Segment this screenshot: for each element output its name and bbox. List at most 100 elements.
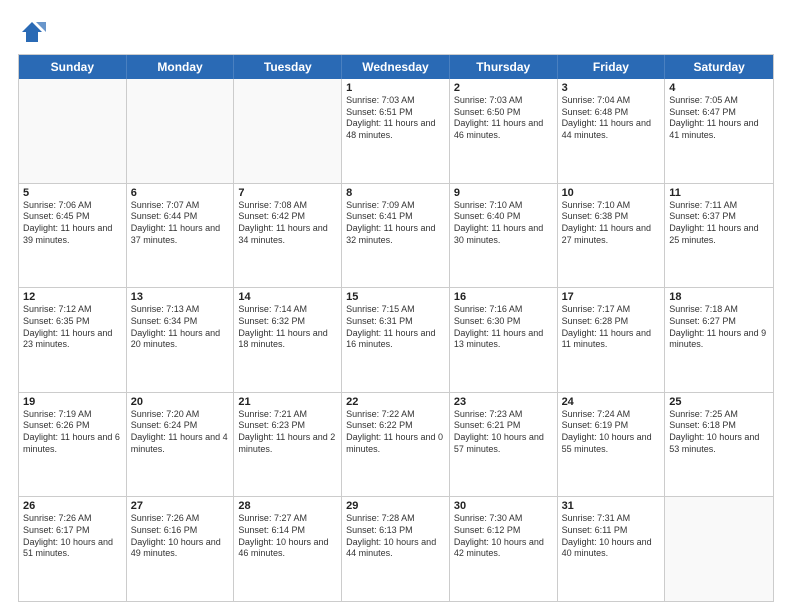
calendar-cell: 2Sunrise: 7:03 AM Sunset: 6:50 PM Daylig… [450,79,558,183]
calendar-row-1: 5Sunrise: 7:06 AM Sunset: 6:45 PM Daylig… [19,184,773,289]
calendar-row-0: 1Sunrise: 7:03 AM Sunset: 6:51 PM Daylig… [19,79,773,184]
day-number: 21 [238,396,337,408]
calendar-cell: 26Sunrise: 7:26 AM Sunset: 6:17 PM Dayli… [19,497,127,601]
calendar-row-4: 26Sunrise: 7:26 AM Sunset: 6:17 PM Dayli… [19,497,773,601]
calendar-cell [19,79,127,183]
day-info: Sunrise: 7:31 AM Sunset: 6:11 PM Dayligh… [562,513,661,560]
day-number: 25 [669,396,769,408]
day-info: Sunrise: 7:25 AM Sunset: 6:18 PM Dayligh… [669,409,769,456]
calendar-cell: 5Sunrise: 7:06 AM Sunset: 6:45 PM Daylig… [19,184,127,288]
calendar-cell: 6Sunrise: 7:07 AM Sunset: 6:44 PM Daylig… [127,184,235,288]
calendar-cell: 12Sunrise: 7:12 AM Sunset: 6:35 PM Dayli… [19,288,127,392]
day-info: Sunrise: 7:18 AM Sunset: 6:27 PM Dayligh… [669,304,769,351]
day-info: Sunrise: 7:08 AM Sunset: 6:42 PM Dayligh… [238,200,337,247]
weekday-header-tuesday: Tuesday [234,55,342,79]
day-info: Sunrise: 7:03 AM Sunset: 6:50 PM Dayligh… [454,95,553,142]
calendar-cell: 18Sunrise: 7:18 AM Sunset: 6:27 PM Dayli… [665,288,773,392]
day-number: 14 [238,291,337,303]
day-number: 27 [131,500,230,512]
day-info: Sunrise: 7:14 AM Sunset: 6:32 PM Dayligh… [238,304,337,351]
calendar: SundayMondayTuesdayWednesdayThursdayFrid… [18,54,774,602]
calendar-cell: 29Sunrise: 7:28 AM Sunset: 6:13 PM Dayli… [342,497,450,601]
day-info: Sunrise: 7:03 AM Sunset: 6:51 PM Dayligh… [346,95,445,142]
calendar-cell: 31Sunrise: 7:31 AM Sunset: 6:11 PM Dayli… [558,497,666,601]
calendar-cell: 17Sunrise: 7:17 AM Sunset: 6:28 PM Dayli… [558,288,666,392]
day-info: Sunrise: 7:28 AM Sunset: 6:13 PM Dayligh… [346,513,445,560]
calendar-cell: 4Sunrise: 7:05 AM Sunset: 6:47 PM Daylig… [665,79,773,183]
day-number: 17 [562,291,661,303]
calendar-row-3: 19Sunrise: 7:19 AM Sunset: 6:26 PM Dayli… [19,393,773,498]
day-info: Sunrise: 7:27 AM Sunset: 6:14 PM Dayligh… [238,513,337,560]
day-info: Sunrise: 7:26 AM Sunset: 6:17 PM Dayligh… [23,513,122,560]
calendar-cell: 1Sunrise: 7:03 AM Sunset: 6:51 PM Daylig… [342,79,450,183]
day-info: Sunrise: 7:09 AM Sunset: 6:41 PM Dayligh… [346,200,445,247]
day-info: Sunrise: 7:19 AM Sunset: 6:26 PM Dayligh… [23,409,122,456]
day-info: Sunrise: 7:04 AM Sunset: 6:48 PM Dayligh… [562,95,661,142]
day-number: 5 [23,187,122,199]
calendar-cell [665,497,773,601]
logo [18,18,49,46]
calendar-cell [127,79,235,183]
day-info: Sunrise: 7:24 AM Sunset: 6:19 PM Dayligh… [562,409,661,456]
day-number: 28 [238,500,337,512]
day-number: 4 [669,82,769,94]
calendar-cell: 8Sunrise: 7:09 AM Sunset: 6:41 PM Daylig… [342,184,450,288]
calendar-cell: 30Sunrise: 7:30 AM Sunset: 6:12 PM Dayli… [450,497,558,601]
day-info: Sunrise: 7:12 AM Sunset: 6:35 PM Dayligh… [23,304,122,351]
calendar-header-row: SundayMondayTuesdayWednesdayThursdayFrid… [19,55,773,79]
calendar-cell: 24Sunrise: 7:24 AM Sunset: 6:19 PM Dayli… [558,393,666,497]
calendar-body: 1Sunrise: 7:03 AM Sunset: 6:51 PM Daylig… [19,79,773,601]
header [18,18,774,46]
calendar-cell: 25Sunrise: 7:25 AM Sunset: 6:18 PM Dayli… [665,393,773,497]
day-number: 19 [23,396,122,408]
weekday-header-saturday: Saturday [665,55,773,79]
day-info: Sunrise: 7:10 AM Sunset: 6:38 PM Dayligh… [562,200,661,247]
calendar-cell: 3Sunrise: 7:04 AM Sunset: 6:48 PM Daylig… [558,79,666,183]
calendar-cell: 10Sunrise: 7:10 AM Sunset: 6:38 PM Dayli… [558,184,666,288]
day-number: 7 [238,187,337,199]
day-number: 8 [346,187,445,199]
calendar-cell: 23Sunrise: 7:23 AM Sunset: 6:21 PM Dayli… [450,393,558,497]
day-number: 26 [23,500,122,512]
weekday-header-monday: Monday [127,55,235,79]
day-number: 16 [454,291,553,303]
day-info: Sunrise: 7:10 AM Sunset: 6:40 PM Dayligh… [454,200,553,247]
day-info: Sunrise: 7:07 AM Sunset: 6:44 PM Dayligh… [131,200,230,247]
day-info: Sunrise: 7:26 AM Sunset: 6:16 PM Dayligh… [131,513,230,560]
calendar-cell: 16Sunrise: 7:16 AM Sunset: 6:30 PM Dayli… [450,288,558,392]
calendar-cell: 11Sunrise: 7:11 AM Sunset: 6:37 PM Dayli… [665,184,773,288]
calendar-cell: 13Sunrise: 7:13 AM Sunset: 6:34 PM Dayli… [127,288,235,392]
day-number: 18 [669,291,769,303]
day-info: Sunrise: 7:05 AM Sunset: 6:47 PM Dayligh… [669,95,769,142]
day-number: 13 [131,291,230,303]
page: SundayMondayTuesdayWednesdayThursdayFrid… [0,0,792,612]
day-number: 3 [562,82,661,94]
day-info: Sunrise: 7:20 AM Sunset: 6:24 PM Dayligh… [131,409,230,456]
day-info: Sunrise: 7:13 AM Sunset: 6:34 PM Dayligh… [131,304,230,351]
day-number: 2 [454,82,553,94]
day-info: Sunrise: 7:30 AM Sunset: 6:12 PM Dayligh… [454,513,553,560]
calendar-cell: 7Sunrise: 7:08 AM Sunset: 6:42 PM Daylig… [234,184,342,288]
weekday-header-wednesday: Wednesday [342,55,450,79]
day-info: Sunrise: 7:23 AM Sunset: 6:21 PM Dayligh… [454,409,553,456]
weekday-header-friday: Friday [558,55,666,79]
day-number: 11 [669,187,769,199]
day-number: 1 [346,82,445,94]
weekday-header-thursday: Thursday [450,55,558,79]
day-info: Sunrise: 7:11 AM Sunset: 6:37 PM Dayligh… [669,200,769,247]
calendar-cell: 21Sunrise: 7:21 AM Sunset: 6:23 PM Dayli… [234,393,342,497]
day-info: Sunrise: 7:17 AM Sunset: 6:28 PM Dayligh… [562,304,661,351]
calendar-cell: 19Sunrise: 7:19 AM Sunset: 6:26 PM Dayli… [19,393,127,497]
calendar-cell: 20Sunrise: 7:20 AM Sunset: 6:24 PM Dayli… [127,393,235,497]
calendar-row-2: 12Sunrise: 7:12 AM Sunset: 6:35 PM Dayli… [19,288,773,393]
day-number: 30 [454,500,553,512]
day-info: Sunrise: 7:16 AM Sunset: 6:30 PM Dayligh… [454,304,553,351]
day-number: 15 [346,291,445,303]
day-number: 23 [454,396,553,408]
calendar-cell: 9Sunrise: 7:10 AM Sunset: 6:40 PM Daylig… [450,184,558,288]
logo-icon [18,18,46,46]
day-info: Sunrise: 7:15 AM Sunset: 6:31 PM Dayligh… [346,304,445,351]
calendar-cell: 27Sunrise: 7:26 AM Sunset: 6:16 PM Dayli… [127,497,235,601]
day-number: 9 [454,187,553,199]
day-number: 6 [131,187,230,199]
